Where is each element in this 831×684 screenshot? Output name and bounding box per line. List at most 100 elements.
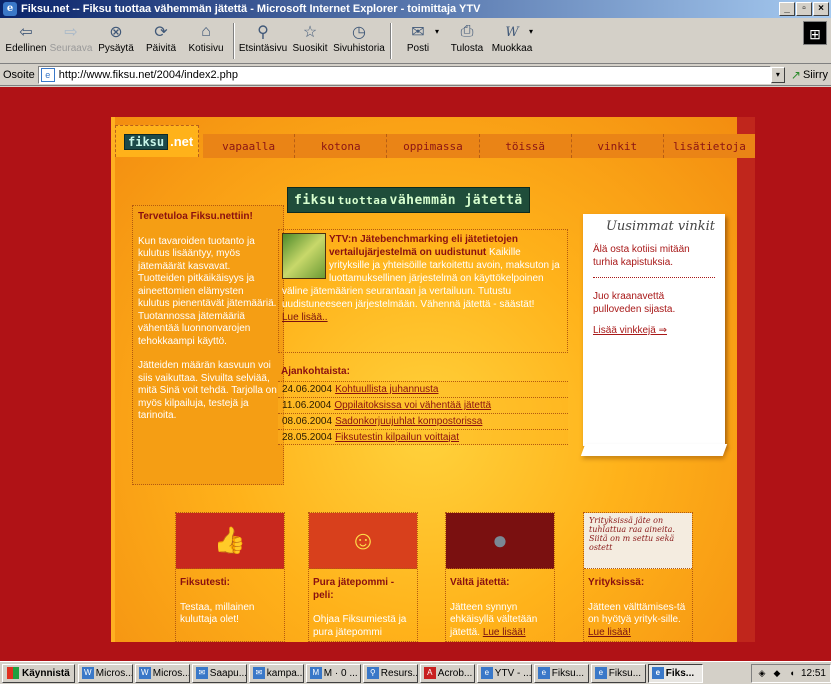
history-icon: ◷ [352,24,366,41]
window-titlebar: e Fiksu.net -- Fiksu tuottaa vähemmän jä… [0,0,831,18]
back-label: Edellinen [5,43,47,54]
forward-label: Seuraava [49,43,93,54]
search-label: Etsintäsivu [238,43,288,54]
card-yrityksissa[interactable]: Yrityksissä jäte on tuhlattua raa aineit… [583,512,693,642]
address-label: Osoite [3,68,35,81]
ie-window-icon[interactable]: e [3,2,17,16]
nav-vinkit[interactable]: vinkit [572,134,664,158]
taskbar-item[interactable]: W Micros... [134,663,190,683]
task-label: Micros... [152,667,190,679]
home-button[interactable]: ⌂ Kotisivu [184,21,228,54]
mail-button[interactable]: ✉ Posti [396,21,440,54]
news-item: 11.06.2004 Oppilaitoksissa voi vähentää … [278,397,568,413]
edit-button[interactable]: W Muokkaa [490,21,534,55]
feature-thumbnail [282,233,326,279]
news-item: 08.06.2004 Sadonkorjuujuhlat kompostoris… [278,413,568,429]
app-icon: M [309,667,322,679]
taskbar-item[interactable]: e Fiksu... [533,663,589,683]
news-link[interactable]: Sadonkorjuujuhlat kompostorissa [335,416,482,427]
toolbar-separator [390,23,392,59]
home-icon: ⌂ [201,23,211,40]
headline-word-2: tuottaa [337,193,388,207]
taskbar-item[interactable]: A Acrob... [419,663,475,683]
go-arrow-icon: ↗ [790,67,801,82]
page-viewport[interactable]: fiksu .net vapaalla kotona oppimassa töi… [0,87,831,661]
forward-button[interactable]: ⇨ Seuraava [49,21,93,54]
taskbar-item-active[interactable]: e Fiks... [647,663,703,683]
site-logo[interactable]: fiksu .net [115,125,199,157]
feature-read-more-link[interactable]: Lue lisää.. [282,312,328,323]
tips-title: Uusimmat vinkit [605,219,715,234]
nav-lisatietoja[interactable]: lisätietoja [664,134,755,158]
history-label: Sivuhistoria [333,43,385,54]
taskbar-item[interactable]: MM · 0 ... [305,663,361,683]
history-button[interactable]: ◷ Sivuhistoria [333,21,385,54]
more-tips-link[interactable]: Lisää vinkkejä ⇒ [593,325,667,336]
acrobat-icon: A [423,667,436,679]
news-link[interactable]: Oppilaitoksissa voi vähentää jätettä [334,400,491,411]
news-link[interactable]: Fiksutestin kilpailun voittajat [335,432,459,443]
taskbar-item[interactable]: e Fiksu... [590,663,646,683]
toolbar-separator [233,23,235,59]
nav-kotona[interactable]: kotona [295,134,388,158]
favorites-button[interactable]: ☆ Suosikit [288,21,332,54]
mail-dropdown-arrow-icon[interactable]: ▾ [435,27,445,36]
superhero-icon[interactable]: ☺ [309,513,417,569]
task-label: Fiks... [665,667,695,679]
card-read-more-link[interactable]: Lue lisää! [483,627,526,638]
thumbs-up-icon[interactable]: 👍 [176,513,284,569]
card-valta-jatetta[interactable]: ● Vältä jätettä: Jätteen synnyn ehkäisyl… [445,512,555,642]
tray-volume-icon[interactable]: ◖ [786,667,798,679]
task-label: Resurs... [380,667,418,679]
edit-dropdown-arrow-icon[interactable]: ▾ [529,27,539,36]
go-button[interactable]: ↗ Siirry [791,68,828,82]
back-button[interactable]: ⇦ Edellinen [4,21,48,54]
edit-label: Muokkaa [491,43,533,54]
close-button[interactable]: × [813,2,829,16]
nav-toissa[interactable]: töissä [480,134,572,158]
taskbar-item[interactable]: W Micros... [77,663,133,683]
refresh-label: Päivitä [145,43,176,54]
nav-oppimassa[interactable]: oppimassa [387,134,480,158]
nav-vapaalla[interactable]: vapaalla [203,134,296,158]
taskbar-item[interactable]: ✉ kampa... [248,663,304,683]
ie-icon: e [480,667,493,679]
taskbar-item[interactable]: ⚲ Resurs... [362,663,418,683]
card-fiksutesti[interactable]: 👍 Fiksutesti: Testaa, millainen kuluttaj… [175,512,285,642]
go-label: Siirry [802,68,828,81]
print-label: Tulosta [450,43,484,54]
handwriting-note-icon[interactable]: Yrityksissä jäte on tuhlattua raa aineit… [584,513,692,569]
search-icon: ⚲ [257,24,269,41]
card-jatepommi[interactable]: ☺ Pura jätepommi -peli: Ohjaa Fiksumiest… [308,512,418,642]
feature-article: YTV:n Jätebenchmarking eli jätetietojen … [278,229,568,353]
stop-button[interactable]: ⊗ Pysäytä [94,21,138,54]
refresh-button[interactable]: ⟳ Päivitä [139,21,183,54]
address-dropdown-arrow-icon[interactable]: ▾ [770,66,785,83]
main-nav: vapaalla kotona oppimassa töissä vinkit … [203,134,755,158]
site-container: fiksu .net vapaalla kotona oppimassa töi… [111,117,755,642]
maximize-button[interactable]: ▫ [796,2,812,16]
search-button[interactable]: ⚲ Etsintäsivu [239,21,287,54]
search-icon: ⚲ [366,667,379,679]
address-url: http://www.fiksu.net/2004/index2.php [58,68,238,81]
refresh-icon: ⟳ [154,24,168,41]
print-button[interactable]: ⎙ Tulosta [445,21,489,54]
system-tray: ◈ ◆ ◖ 12:51 [750,663,831,683]
browser-toolbar: ⇦ Edellinen ⇨ Seuraava ⊗ Pysäytä ⟳ Päivi… [0,18,831,64]
globe-bomb-icon[interactable]: ● [446,513,554,569]
task-label: M · 0 ... [323,667,358,679]
news-link[interactable]: Kohtuullista juhannusta [335,384,438,395]
card-body: Testaa, millainen kuluttaja olet! [180,601,255,626]
start-button[interactable]: Käynnistä [2,663,75,683]
note-image-text: Yrityksissä jäte on tuhlattua raa aineit… [589,516,675,552]
address-input[interactable]: e http://www.fiksu.net/2004/index2.php [37,65,771,84]
taskbar-item[interactable]: ✉ Saapu... [191,663,247,683]
site-headline: fiksu tuottaa vähemmän jätettä [287,187,530,213]
taskbar-item[interactable]: e YTV - ... [476,663,532,683]
tray-shield-icon[interactable]: ◆ [771,667,783,679]
card-read-more-link[interactable]: Lue lisää! [588,627,631,638]
minimize-button[interactable]: _ [779,2,795,16]
inbox-icon: ✉ [195,667,208,679]
tray-network-icon[interactable]: ◈ [756,667,768,679]
clock[interactable]: 12:51 [801,668,826,679]
